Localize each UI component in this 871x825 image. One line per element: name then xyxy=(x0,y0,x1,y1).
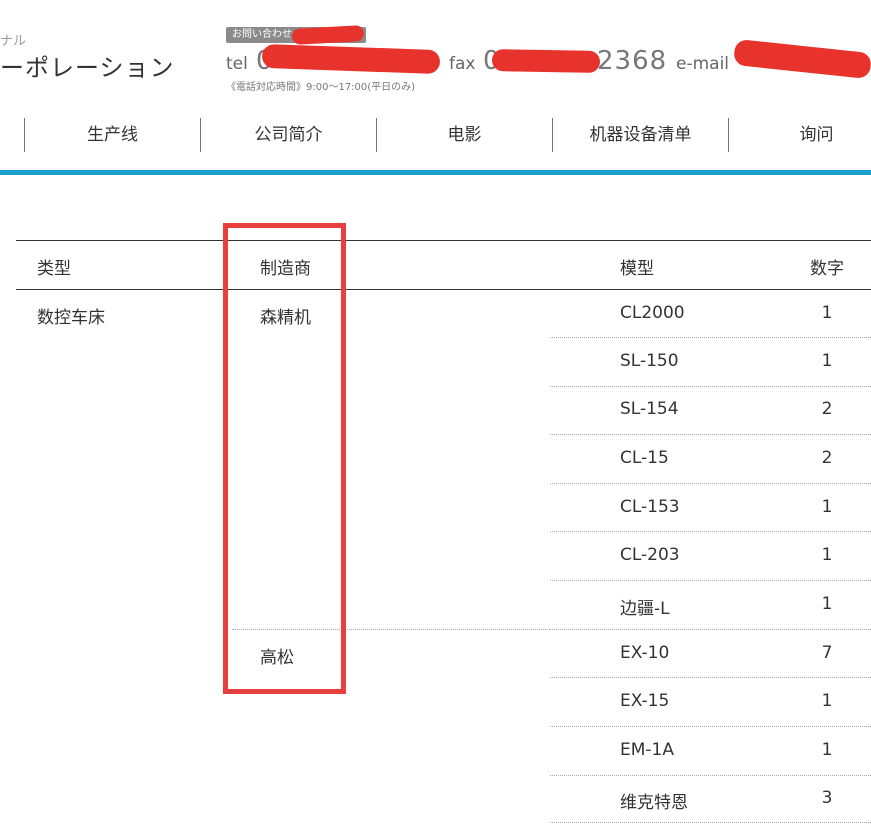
model-cell: CL-203 xyxy=(620,545,680,565)
column-header-model: 模型 xyxy=(620,259,654,279)
fax-label: fax xyxy=(449,54,476,74)
row-separator xyxy=(550,775,871,776)
nav-item-equipment-list[interactable]: 机器设备清单 xyxy=(553,112,728,158)
model-cell: EX-10 xyxy=(620,643,670,663)
nav-item-company-profile[interactable]: 公司简介 xyxy=(201,112,376,158)
row-separator xyxy=(550,337,871,338)
redaction-mark xyxy=(261,43,441,75)
email-label: e-mail xyxy=(676,54,730,74)
count-cell: 1 xyxy=(821,545,833,565)
nav-accent-bar xyxy=(0,170,871,175)
brand-subtitle: ナル xyxy=(0,34,27,49)
count-cell: 1 xyxy=(821,594,833,614)
count-cell: 1 xyxy=(821,303,833,323)
nav-item-inquiry[interactable]: 询问 xyxy=(729,112,871,158)
model-cell: CL-153 xyxy=(620,497,680,517)
support-hours: 《電話対応時間》9:00～17:00(平日のみ) xyxy=(226,82,416,93)
count-cell: 2 xyxy=(821,399,833,419)
highlight-annotation-box xyxy=(223,223,346,694)
model-cell: CL2000 xyxy=(620,303,685,323)
count-cell: 1 xyxy=(821,740,833,760)
nav-item-movie[interactable]: 电影 xyxy=(377,112,552,158)
row-separator xyxy=(550,726,871,727)
count-cell: 1 xyxy=(821,351,833,371)
model-cell: 边疆-L xyxy=(620,599,670,619)
row-separator xyxy=(550,386,871,387)
redaction-mark xyxy=(491,49,601,73)
tel-label: tel xyxy=(226,54,248,74)
model-cell: SL-154 xyxy=(620,399,679,419)
model-cell: EM-1A xyxy=(620,740,674,760)
model-cell: EX-15 xyxy=(620,691,670,711)
table-top-rule xyxy=(16,240,871,241)
row-separator xyxy=(550,434,871,435)
count-cell: 3 xyxy=(821,788,833,808)
brand-name: ーポレーション xyxy=(0,54,175,82)
column-header-count: 数字 xyxy=(810,259,844,279)
redaction-mark xyxy=(733,38,871,80)
nav-item-production-line[interactable]: 生产线 xyxy=(25,112,200,158)
table-header-rule xyxy=(16,289,871,290)
count-cell: 1 xyxy=(821,691,833,711)
count-cell: 1 xyxy=(821,497,833,517)
count-cell: 2 xyxy=(821,448,833,468)
row-separator xyxy=(550,531,871,532)
model-cell: CL-15 xyxy=(620,448,669,468)
main-nav: 生产线 公司简介 电影 机器设备清单 询问 xyxy=(0,112,871,158)
model-cell: SL-150 xyxy=(620,351,679,371)
row-separator xyxy=(550,483,871,484)
model-cell: 维克特恩 xyxy=(620,793,688,813)
row-separator xyxy=(550,822,871,823)
row-separator xyxy=(550,629,871,630)
fax-number-suffix: 2368 xyxy=(597,46,668,76)
row-separator xyxy=(550,677,871,678)
type-cell: 数控车床 xyxy=(37,308,105,328)
count-cell: 7 xyxy=(821,643,833,663)
row-separator xyxy=(550,580,871,581)
column-header-type: 类型 xyxy=(37,259,71,279)
